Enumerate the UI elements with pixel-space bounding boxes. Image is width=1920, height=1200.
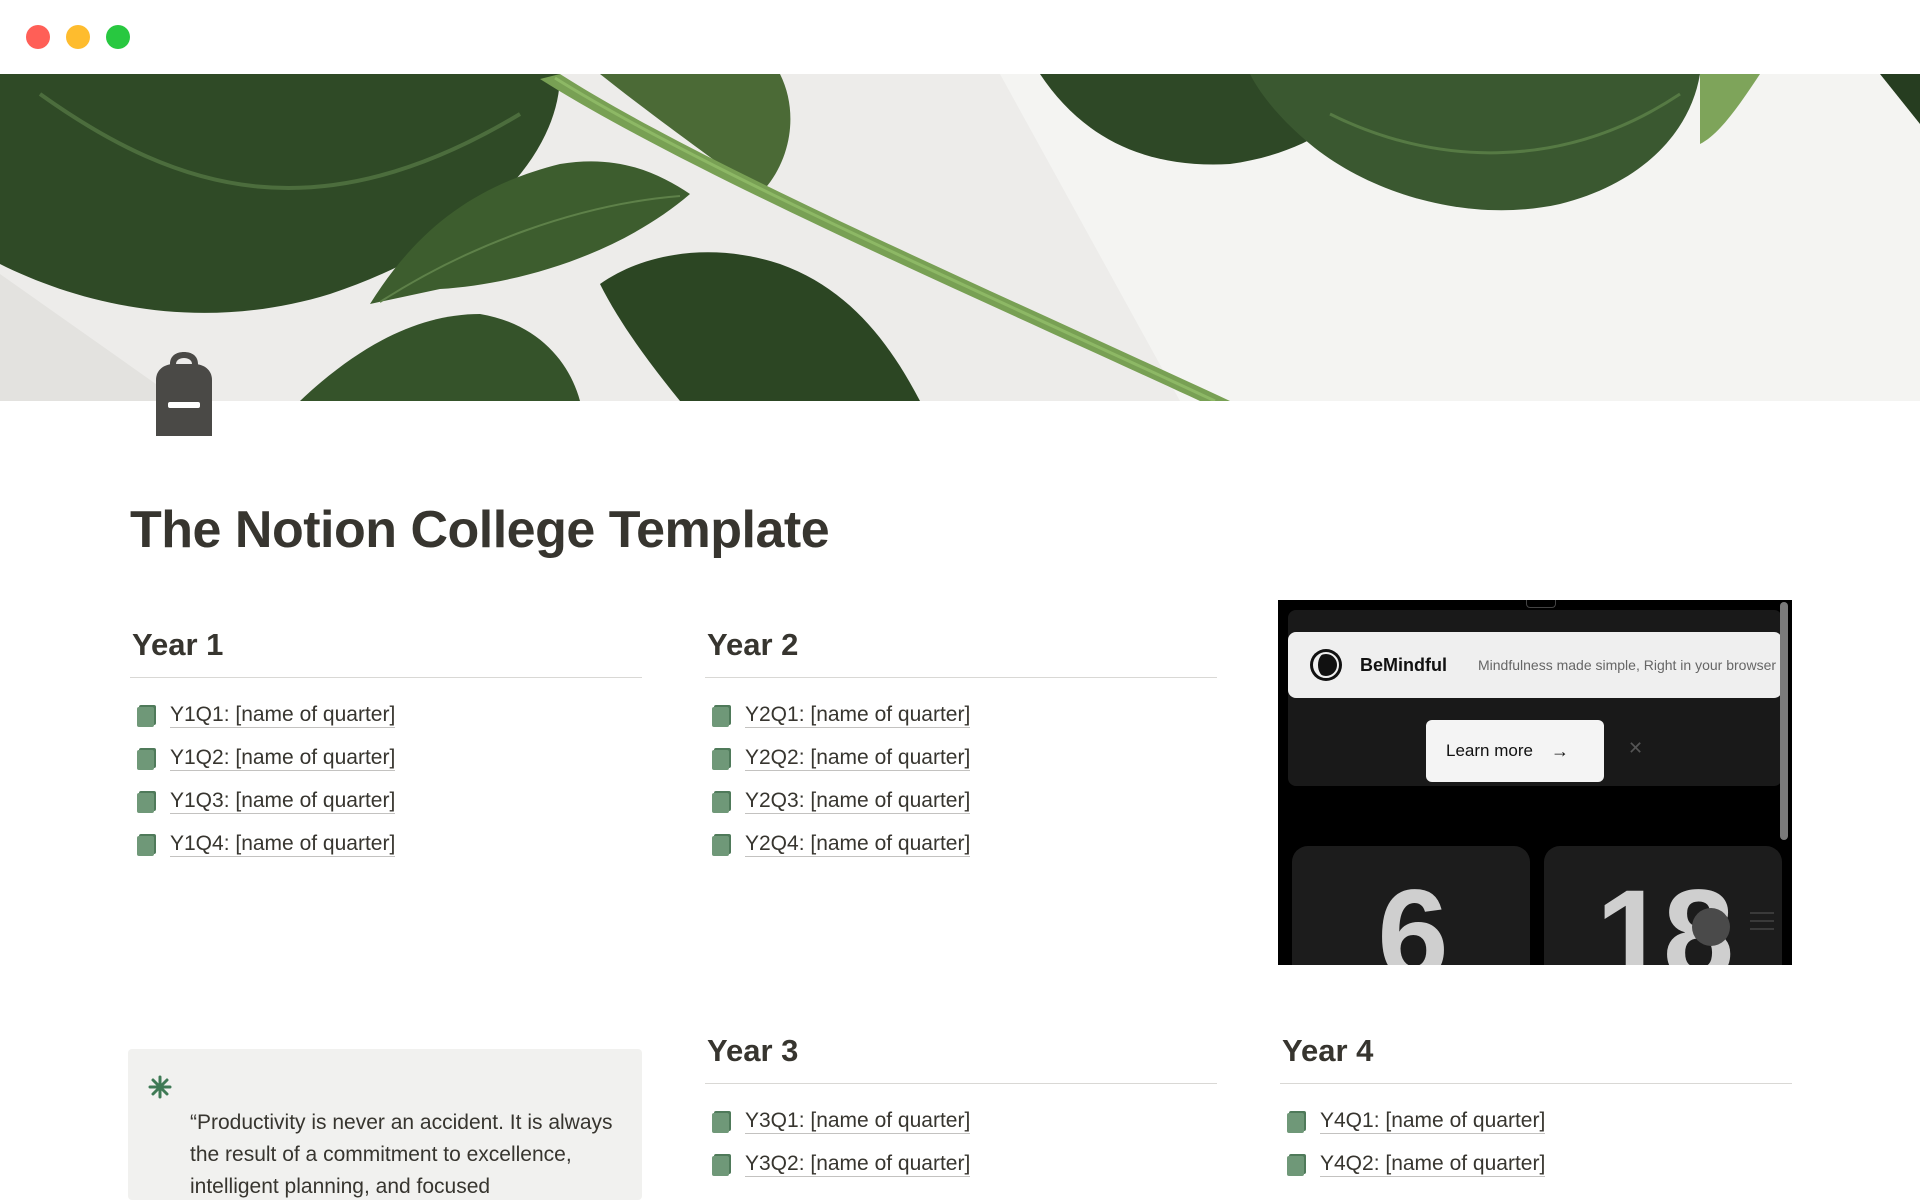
learn-more-label: Learn more [1446,741,1533,760]
bemindful-app-name: BeMindful [1360,654,1447,675]
year-heading[interactable]: Year 1 [130,626,642,678]
document-icon [712,1110,731,1133]
embed-scrollbar[interactable] [1780,602,1788,840]
quarter-page-link[interactable]: Y4Q1: [name of quarter] [1320,1109,1546,1134]
year-heading[interactable]: Year 4 [1280,1032,1792,1084]
document-icon [137,790,156,813]
list-item[interactable]: Y2Q3: [name of quarter] [705,780,1217,823]
year-heading[interactable]: Year 2 [705,626,1217,678]
list-item[interactable]: Y4Q1: [name of quarter] [1280,1100,1792,1143]
document-icon [712,747,731,770]
list-item[interactable]: Y3Q1: [name of quarter] [705,1100,1217,1143]
list-item[interactable]: Y1Q1: [name of quarter] [130,694,642,737]
bemindful-banner: BeMindful Mindfulness made simple, Right… [1288,632,1782,698]
quote-callout[interactable]: “Productivity is never an accident. It i… [128,1049,642,1200]
quarter-page-link[interactable]: Y1Q1: [name of quarter] [170,703,396,728]
quarter-list: Y2Q1: [name of quarter] Y2Q2: [name of q… [705,678,1217,866]
arrow-right-icon: → [1550,740,1569,761]
window-titlebar [0,0,1920,74]
asterisk-icon [148,1075,172,1099]
year-2-section: Year 2 Y2Q1: [name of quarter] Y2Q2: [na… [705,626,1217,866]
list-item[interactable]: Y1Q2: [name of quarter] [130,737,642,780]
quarter-page-link[interactable]: Y1Q3: [name of quarter] [170,789,396,814]
year-4-section: Year 4 Y4Q1: [name of quarter] Y4Q2: [na… [1280,1032,1792,1186]
backpack-icon[interactable] [150,350,218,438]
quarter-page-link[interactable]: Y2Q2: [name of quarter] [745,746,971,771]
quarter-page-link[interactable]: Y2Q3: [name of quarter] [745,789,971,814]
clock-minutes: 18 [1595,864,1734,966]
cursor-dot [1692,908,1730,946]
clock-hours-card: 6 [1292,846,1530,965]
document-icon [137,704,156,727]
document-icon [712,1153,731,1176]
leaves-cover-image [0,74,1920,401]
year-1-section: Year 1 Y1Q1: [name of quarter] Y1Q2: [na… [130,626,642,866]
year-heading[interactable]: Year 3 [705,1032,1217,1084]
document-icon [1287,1153,1306,1176]
learn-more-button[interactable]: Learn more → [1426,720,1604,782]
list-item[interactable]: Y3Q2: [name of quarter] [705,1143,1217,1186]
list-item[interactable]: Y2Q2: [name of quarter] [705,737,1217,780]
page-title[interactable]: The Notion College Template [130,500,830,560]
document-icon [712,704,731,727]
document-icon [712,790,731,813]
quarter-list: Y3Q1: [name of quarter] Y3Q2: [name of q… [705,1084,1217,1186]
window-close-button[interactable] [26,25,50,49]
bemindful-tagline: Mindfulness made simple, Right in your b… [1478,657,1777,673]
quarter-page-link[interactable]: Y3Q2: [name of quarter] [745,1152,971,1177]
document-icon [712,833,731,856]
quarter-list: Y4Q1: [name of quarter] Y4Q2: [name of q… [1280,1084,1792,1186]
quote-text[interactable]: “Productivity is never an accident. It i… [190,1107,620,1200]
embed-drag-handle[interactable] [1526,600,1556,608]
quarter-page-link[interactable]: Y2Q1: [name of quarter] [745,703,971,728]
bemindful-logo-icon [1310,649,1342,681]
quarter-page-link[interactable]: Y1Q4: [name of quarter] [170,832,396,857]
clock-hours: 6 [1377,864,1448,966]
document-icon [137,747,156,770]
year-3-section: Year 3 Y3Q1: [name of quarter] Y3Q2: [na… [705,1032,1217,1186]
window-maximize-button[interactable] [106,25,130,49]
quarter-page-link[interactable]: Y2Q4: [name of quarter] [745,832,971,857]
list-item[interactable]: Y1Q3: [name of quarter] [130,780,642,823]
list-item[interactable]: Y4Q2: [name of quarter] [1280,1143,1792,1186]
list-item[interactable]: Y1Q4: [name of quarter] [130,823,642,866]
page-cover[interactable] [0,74,1920,401]
quarter-page-link[interactable]: Y3Q1: [name of quarter] [745,1109,971,1134]
window-minimize-button[interactable] [66,25,90,49]
clock-minutes-card: 18 [1544,846,1782,965]
bemindful-embed[interactable]: BeMindful Mindfulness made simple, Right… [1278,600,1792,965]
quarter-list: Y1Q1: [name of quarter] Y1Q2: [name of q… [130,678,642,866]
close-icon[interactable]: ✕ [1628,738,1643,759]
document-icon [137,833,156,856]
quarter-page-link[interactable]: Y4Q2: [name of quarter] [1320,1152,1546,1177]
list-item[interactable]: Y2Q4: [name of quarter] [705,823,1217,866]
list-item[interactable]: Y2Q1: [name of quarter] [705,694,1217,737]
menu-icon[interactable] [1750,912,1774,936]
document-icon [1287,1110,1306,1133]
quarter-page-link[interactable]: Y1Q2: [name of quarter] [170,746,396,771]
